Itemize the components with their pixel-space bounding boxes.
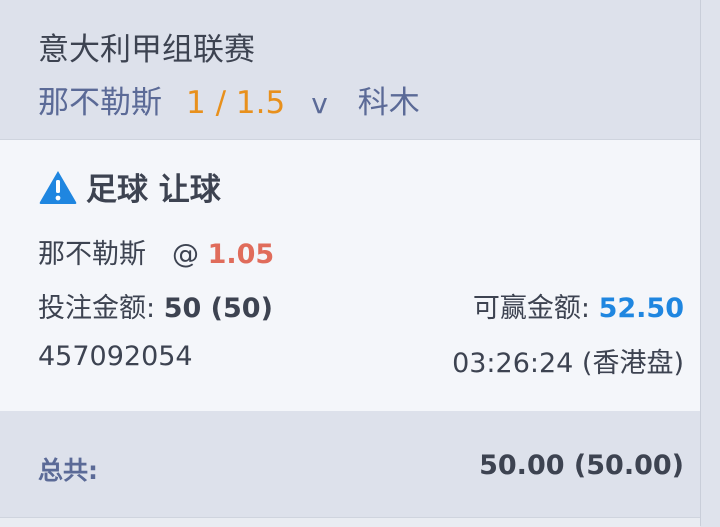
bet-time-market: 03:26:24 (香港盘) xyxy=(452,348,684,379)
bet-slip-page: 意大利甲组联赛 那不勒斯 1 / 1.5 v 科木 足球 让球 那不勒斯 @ 1.05 … xyxy=(0,0,701,527)
odds-prefix: @ xyxy=(172,239,199,270)
bet-type-label: 足球 让球 xyxy=(86,172,221,208)
league-name: 意大利甲组联赛 xyxy=(38,32,255,68)
vs-label: v xyxy=(311,87,328,120)
amount-row: 投注金额: 50 (50) 可赢金额: 52.50 xyxy=(38,286,684,325)
odds-value: 1.05 xyxy=(207,239,275,270)
win-label: 可赢金额: xyxy=(472,293,590,324)
total-value: 50.00 (50.00) xyxy=(479,450,684,481)
total-bar: 总共: 50.00 (50.00) xyxy=(0,411,700,517)
ticket-row: 457092054 03:26:24 (香港盘) xyxy=(38,341,684,379)
home-team: 那不勒斯 xyxy=(38,85,162,121)
bet-card[interactable]: 足球 让球 那不勒斯 @ 1.05 投注金额: 50 (50) 可赢金额: 52.… xyxy=(0,140,700,411)
away-team: 科木 xyxy=(357,85,420,121)
potential-win: 可赢金额: 52.50 xyxy=(473,286,684,325)
warning-triangle-icon xyxy=(39,170,77,204)
stake-label: 投注金额: xyxy=(38,293,156,324)
win-value: 52.50 xyxy=(598,293,684,324)
match-header: 意大利甲组联赛 那不勒斯 1 / 1.5 v 科木 xyxy=(0,0,700,140)
handicap-line: 1 / 1.5 xyxy=(186,85,286,121)
stake-value: 50 (50) xyxy=(163,293,273,324)
match-teams: 那不勒斯 1 / 1.5 v 科木 xyxy=(38,77,420,122)
selection-row: 那不勒斯 @ 1.05 xyxy=(38,232,684,271)
ticket-id: 457092054 xyxy=(38,341,193,372)
total-label: 总共: xyxy=(38,456,98,485)
selection-team: 那不勒斯 xyxy=(38,239,146,270)
bet-type-title: 足球 让球 xyxy=(38,164,221,209)
